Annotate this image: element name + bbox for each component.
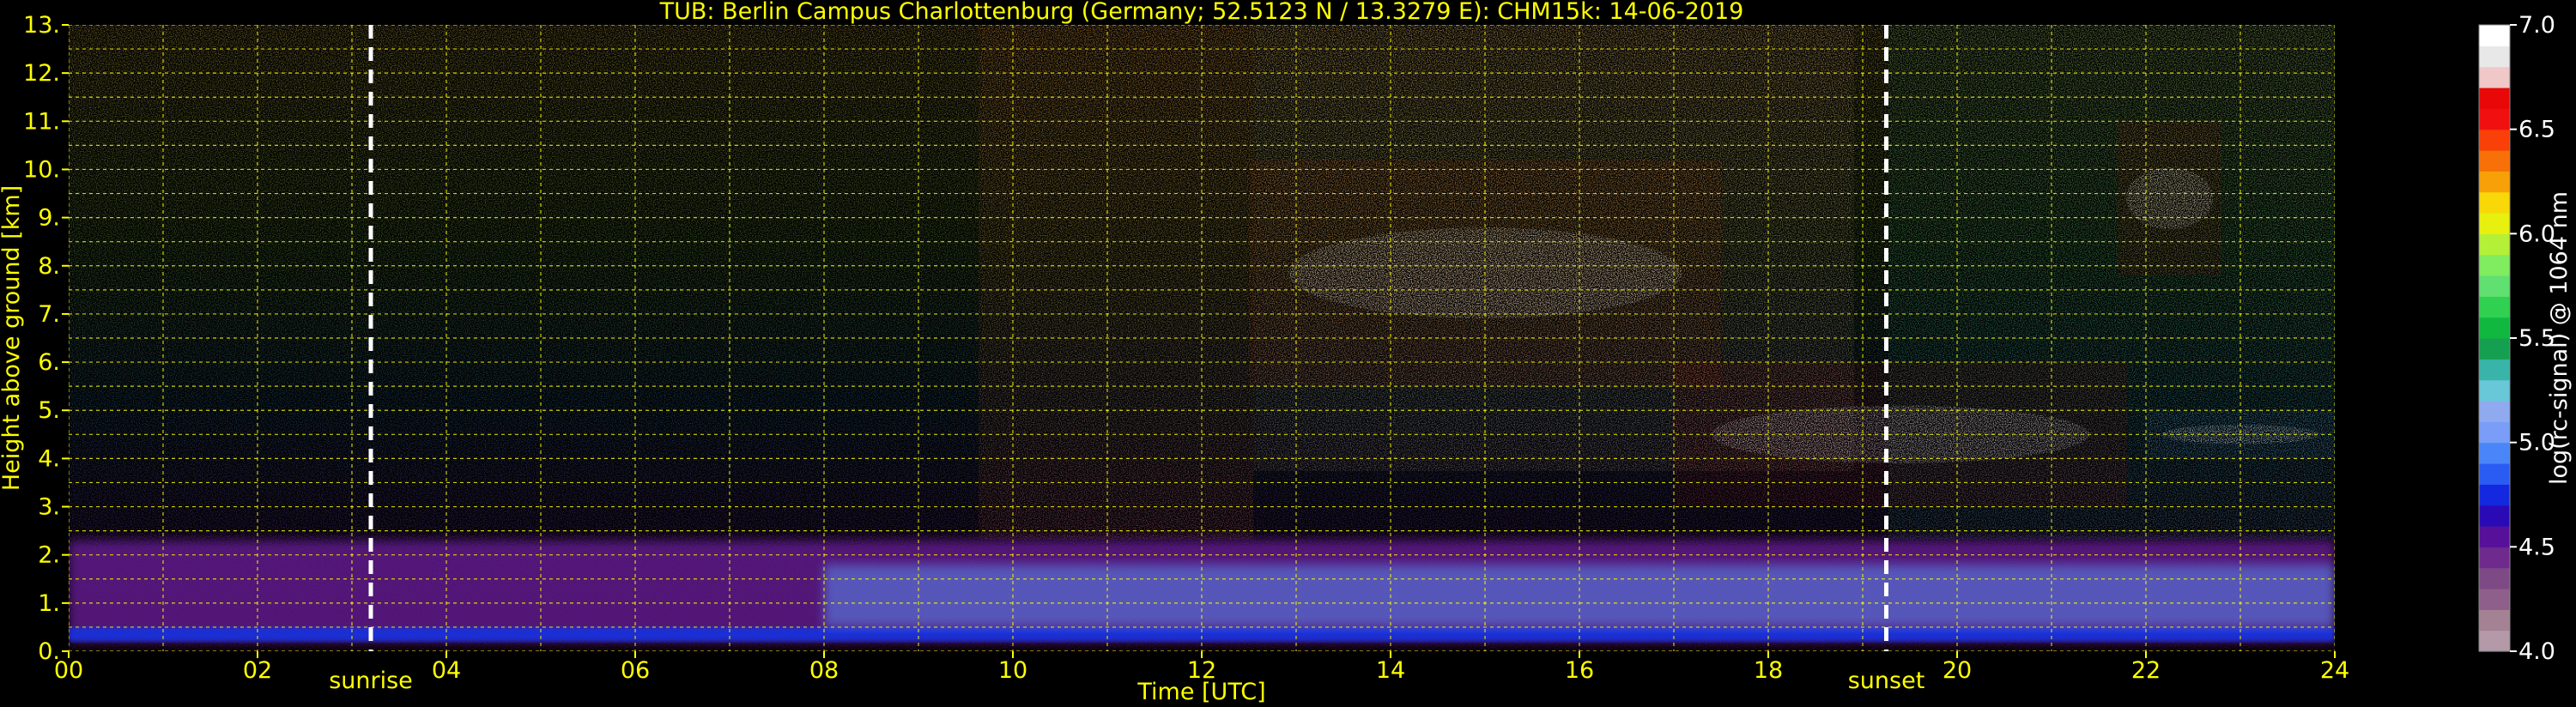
colorbar-tick-label: 6.5: [2518, 117, 2555, 143]
x-tick-label: 24: [2320, 657, 2349, 684]
colorbar-segment: [2479, 317, 2510, 339]
colorbar-segment: [2479, 359, 2510, 381]
colorbar-tick-label: 4.0: [2518, 638, 2555, 665]
colorbar-segment: [2479, 88, 2510, 109]
colorbar-segment: [2479, 630, 2510, 652]
y-tick-label: 3.: [38, 494, 60, 521]
colorbar-segment: [2479, 296, 2510, 318]
x-tick-label: 06: [621, 657, 650, 684]
y-tick-label: 8.: [38, 253, 60, 280]
colorbar-segment: [2479, 129, 2510, 151]
marker-labels: sunrise sunset: [329, 668, 1924, 694]
sunset-label: sunset: [1848, 668, 1925, 694]
colorbar-segment: [2479, 567, 2510, 589]
colorbar-segment: [2479, 526, 2510, 547]
y-axis-label: Height above ground [km]: [0, 185, 25, 491]
feature-cloud-core: [2126, 167, 2213, 230]
plot-area: [69, 25, 2335, 651]
colorbar-segment: [2479, 421, 2510, 444]
colorbar-segment: [2479, 401, 2510, 422]
y-tick-label: 1.: [38, 590, 60, 617]
colorbar-segment: [2479, 442, 2510, 464]
colorbar-segment: [2479, 25, 2510, 46]
colorbar: 4.04.55.05.56.06.57.0: [2478, 12, 2555, 665]
colorbar-segment: [2479, 108, 2510, 130]
y-axis-ticks: 0.1.2.3.4.5.6.7.8.9.10.11.12.13.: [23, 12, 69, 665]
midday-noise: [979, 25, 1253, 540]
colorbar-segment: [2479, 213, 2510, 234]
x-tick-label: 20: [1943, 657, 1972, 684]
x-tick-label: 16: [1565, 657, 1594, 684]
y-tick-label: 7.: [38, 301, 60, 328]
x-tick-label: 08: [809, 657, 839, 684]
colorbar-segment: [2479, 609, 2510, 631]
colorbar-segment: [2479, 233, 2510, 256]
y-tick-label: 2.: [38, 542, 60, 569]
colorbar-segment: [2479, 254, 2510, 276]
colorbar-segment: [2479, 379, 2510, 402]
x-tick-label: 04: [432, 657, 461, 684]
colorbar-segment: [2479, 171, 2510, 193]
colorbar-segment: [2479, 191, 2510, 214]
colorbar-tick-label: 7.0: [2518, 12, 2555, 39]
x-tick-label: 14: [1376, 657, 1405, 684]
y-tick-label: 11.: [23, 108, 60, 135]
chart-title: TUB: Berlin Campus Charlottenburg (Germa…: [659, 0, 1744, 25]
sunrise-label: sunrise: [329, 668, 413, 694]
colorbar-segment: [2479, 547, 2510, 569]
colorbar-segment: [2479, 45, 2510, 68]
x-tick-label: 10: [998, 657, 1027, 684]
colorbar-label: log(rc-signal) @ 1064 nm: [2546, 191, 2573, 485]
y-tick-label: 9.: [38, 205, 60, 232]
y-tick-label: 10.: [23, 156, 60, 183]
y-tick-label: 6.: [38, 349, 60, 376]
colorbar-segment: [2479, 275, 2510, 297]
colorbar-segment: [2479, 150, 2510, 172]
colorbar-tick-label: 4.5: [2518, 534, 2555, 560]
y-tick-label: 12.: [23, 60, 60, 87]
lidar-chart: 0.1.2.3.4.5.6.7.8.9.10.11.12.13. 00 02 04 0…: [0, 0, 2573, 705]
x-tick-label: 18: [1754, 657, 1783, 684]
colorbar-segment: [2479, 463, 2510, 485]
colorbar-segment: [2479, 505, 2510, 527]
colorbar-segment: [2479, 484, 2510, 506]
x-tick-label: 00: [54, 657, 83, 684]
colorbar-segment: [2479, 66, 2510, 88]
colorbar-segment: [2479, 338, 2510, 360]
y-tick-label: 13.: [23, 12, 60, 39]
y-tick-label: 5.: [38, 397, 60, 424]
x-tick-label: 02: [243, 657, 272, 684]
y-tick-label: 4.: [38, 445, 60, 472]
colorbar-segment: [2479, 589, 2510, 610]
x-tick-label: 22: [2131, 657, 2161, 684]
x-axis-label: Time [UTC]: [1136, 679, 1265, 705]
